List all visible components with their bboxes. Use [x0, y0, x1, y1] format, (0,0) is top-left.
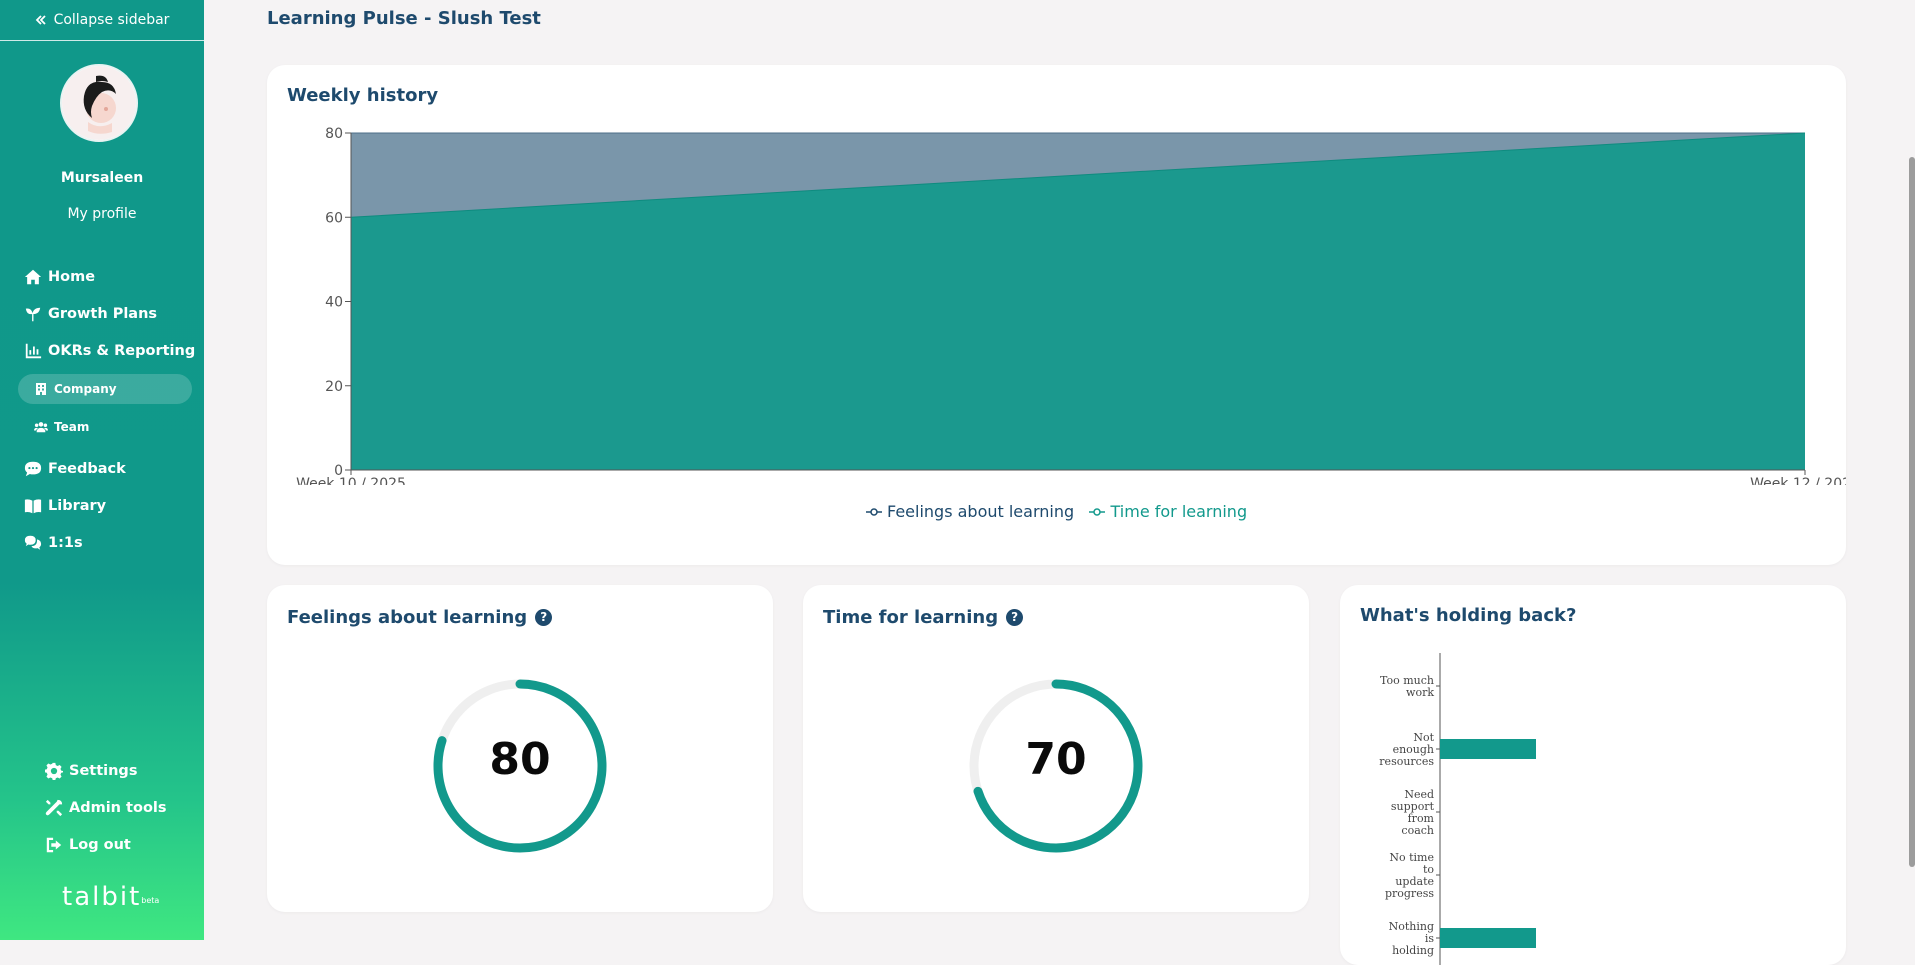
nav-growth-plans-label: Growth Plans	[48, 306, 158, 322]
bar-chart-icon	[25, 343, 42, 359]
weekly-history-card: Weekly history 0 20 40 60 80 Week 10 / 2025 We…	[267, 65, 1846, 565]
question-circle-icon[interactable]: ?	[1006, 608, 1024, 626]
users-icon	[34, 422, 48, 433]
legend-label-time: Time for learning	[1110, 502, 1248, 521]
nav-team-label: Team	[54, 420, 90, 434]
holding-back-chart: Too much work Not enough resources Need suppor…	[1379, 653, 1536, 965]
holding-category-label: Nothing is holding	[1389, 920, 1435, 957]
y-tick-label: 20	[325, 379, 343, 395]
nav-library-label: Library	[48, 498, 107, 514]
my-profile-link[interactable]: My profile	[0, 206, 204, 222]
nav-okrs-reporting[interactable]: OKRs & Reporting	[24, 339, 195, 363]
holding-bar	[1440, 928, 1536, 948]
nav-admin-tools-label: Admin tools	[69, 800, 167, 816]
question-circle-icon[interactable]: ?	[535, 608, 553, 626]
tools-icon	[45, 799, 63, 817]
holding-bar	[1440, 739, 1536, 759]
nav-home-label: Home	[48, 269, 96, 285]
nav-settings[interactable]: Settings	[45, 759, 137, 783]
x-tick-label: Week 12 / 2025	[1750, 476, 1846, 485]
x-tick-label: Week 10 / 2025	[296, 476, 406, 485]
double-chevron-left-icon	[35, 15, 46, 25]
nav-company[interactable]: Company	[18, 374, 192, 404]
holding-category-label: Too much work	[1380, 674, 1434, 699]
legend-marker-icon	[1089, 508, 1106, 516]
logo-text: talbit	[62, 882, 142, 912]
logout-icon	[46, 837, 62, 853]
nav-team[interactable]: Team	[18, 412, 192, 442]
nav-company-label: Company	[54, 382, 117, 396]
talbit-logo[interactable]: talbitbeta	[62, 882, 159, 912]
feelings-value: 80	[489, 734, 551, 785]
nav-okrs-reporting-label: OKRs & Reporting	[48, 343, 196, 359]
legend-item-feelings[interactable]: Feelings about learning	[865, 502, 1079, 521]
nav-library[interactable]: Library	[24, 494, 106, 518]
feelings-title-text: Feelings about learning	[287, 607, 528, 628]
nav-one-on-ones[interactable]: 1:1s	[24, 531, 83, 555]
page-title: Learning Pulse - Slush Test	[267, 8, 541, 29]
feelings-card: Feelings about learning? 80	[267, 585, 773, 912]
nav-feedback-label: Feedback	[48, 461, 126, 477]
gear-icon	[45, 762, 63, 780]
legend-marker-icon	[865, 508, 882, 516]
nav-home[interactable]: Home	[24, 265, 95, 289]
time-value: 70	[1025, 734, 1087, 785]
scrollbar[interactable]	[1909, 157, 1915, 867]
user-name: Mursaleen	[60, 170, 144, 186]
weekly-history-chart: 020406080Week 10 / 2025Week 12 / 2025	[296, 126, 1846, 485]
holding-category-label: Need support from coach	[1391, 788, 1435, 837]
collapse-sidebar-label: Collapse sidebar	[53, 12, 170, 28]
nav-log-out[interactable]: Log out	[45, 833, 131, 857]
comment-icon	[24, 461, 42, 477]
sidebar: Collapse sidebar Mursaleen My profile Ho…	[0, 0, 204, 940]
holding-back-card: What's holding back? Too much work Not enou…	[1340, 585, 1846, 965]
book-icon	[24, 499, 42, 514]
y-tick-label: 60	[325, 210, 343, 226]
feelings-title: Feelings about learning?	[287, 607, 553, 628]
avatar-illustration	[62, 66, 136, 140]
time-title: Time for learning?	[823, 607, 1024, 628]
nav-one-on-ones-label: 1:1s	[48, 535, 83, 551]
home-icon	[24, 269, 42, 285]
holding-category-label: No time to update progress	[1385, 851, 1434, 900]
collapse-sidebar-button[interactable]: Collapse sidebar	[0, 0, 204, 41]
logo-sub: beta	[141, 896, 160, 905]
y-tick-label: 80	[325, 126, 343, 142]
sprout-icon	[25, 307, 41, 322]
legend-label-feelings: Feelings about learning	[886, 502, 1075, 521]
comments-icon	[24, 535, 42, 550]
holding-category-label: Not enough resources	[1379, 731, 1434, 768]
legend-item-time[interactable]: Time for learning	[1089, 502, 1247, 521]
building-icon	[36, 383, 46, 395]
time-card: Time for learning? 70	[803, 585, 1309, 912]
time-title-text: Time for learning	[823, 607, 999, 628]
holding-back-title: What's holding back?	[1360, 605, 1577, 626]
weekly-legend: Feelings about learning Time for learnin…	[267, 502, 1846, 521]
nav-log-out-label: Log out	[69, 837, 131, 853]
nav-growth-plans[interactable]: Growth Plans	[24, 302, 157, 326]
avatar[interactable]	[60, 64, 138, 142]
nav-feedback[interactable]: Feedback	[24, 457, 126, 481]
y-tick-label: 40	[325, 295, 343, 311]
nav-settings-label: Settings	[69, 763, 138, 779]
nav-admin-tools[interactable]: Admin tools	[45, 796, 167, 820]
